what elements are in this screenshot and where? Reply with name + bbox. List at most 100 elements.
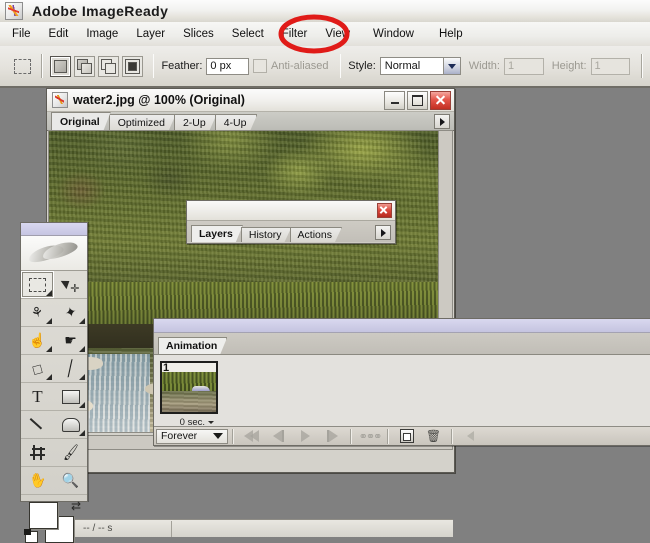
width-input[interactable]: 1 — [503, 57, 544, 75]
toolbox-tools[interactable]: ⚘ ✦ ☝ ☛ □ ╱ T 🖌 ✋ 🔍 — [21, 271, 87, 494]
layers-palette-titlebar[interactable] — [187, 201, 395, 221]
status-extra — [172, 521, 453, 537]
tab-actions[interactable]: Actions — [290, 227, 342, 242]
swap-colors-icon[interactable]: ⇄ — [71, 499, 81, 513]
duplicate-frame-button[interactable] — [393, 428, 420, 444]
tab-2up[interactable]: 2-Up — [174, 114, 217, 130]
menu-item-select[interactable]: Select — [224, 25, 272, 43]
new-selection-button[interactable] — [49, 55, 71, 77]
rounded-rectangle-tool[interactable] — [54, 411, 87, 438]
menu-item-window[interactable]: Window — [365, 25, 422, 43]
options-divider-2 — [152, 54, 155, 78]
options-divider-1 — [41, 54, 43, 78]
style-select-value: Normal — [384, 60, 421, 72]
close-icon[interactable] — [377, 203, 392, 218]
delete-frame-button[interactable]: 🗑 — [420, 428, 447, 444]
type-tool[interactable]: T — [21, 383, 54, 410]
tab-original[interactable]: Original — [51, 112, 111, 130]
layers-palette-tabs[interactable]: Layers History Actions — [187, 221, 395, 242]
chevron-down-icon[interactable] — [442, 58, 460, 74]
close-button[interactable] — [430, 90, 451, 110]
rectangular-marquee-icon[interactable] — [10, 54, 34, 78]
slice-tool[interactable]: ⚘ — [21, 299, 54, 326]
tab-animation[interactable]: Animation — [158, 337, 227, 354]
chevron-down-icon[interactable] — [213, 433, 223, 439]
height-input[interactable]: 1 — [590, 57, 631, 75]
animation-divider-1 — [232, 428, 234, 444]
menu-item-image[interactable]: Image — [78, 25, 126, 43]
animation-palette[interactable]: Animation 1 0 sec. Forever ⚭⚭⚭ 🗑 — [153, 318, 650, 446]
intersect-with-selection-button[interactable] — [121, 55, 143, 77]
animation-palette-titlebar[interactable] — [154, 319, 650, 333]
eraser-tool[interactable]: □ — [21, 355, 54, 382]
eyedropper-tool[interactable]: 🖌 — [54, 439, 87, 466]
toolbox-drag-handle[interactable] — [21, 223, 87, 236]
tween-button[interactable]: ⚭⚭⚭ — [356, 428, 383, 444]
tab-layers[interactable]: Layers — [191, 225, 243, 242]
move-tool[interactable] — [54, 271, 87, 298]
animation-frames-area[interactable]: 1 0 sec. — [154, 355, 650, 428]
frame-delay[interactable]: 0 sec. — [160, 414, 214, 428]
options-bar[interactable]: Feather: 0 px Anti-aliased Style: Normal… — [0, 46, 650, 88]
tab-4up[interactable]: 4-Up — [215, 114, 258, 130]
document-view-tabs[interactable]: Original Optimized 2-Up 4-Up — [47, 112, 454, 131]
minimize-button[interactable] — [384, 90, 405, 110]
paintbrush-tool[interactable]: ╱ — [54, 355, 87, 382]
maximize-button[interactable] — [407, 90, 428, 110]
toolbox[interactable]: ⚘ ✦ ☝ ☛ □ ╱ T 🖌 ✋ 🔍 ⇄ — [20, 222, 88, 543]
crop-tool[interactable] — [21, 439, 54, 466]
document-titlebar[interactable]: water2.jpg @ 100% (Original) — [47, 89, 454, 112]
menu-item-edit[interactable]: Edit — [41, 25, 77, 43]
animation-divider-3 — [387, 428, 389, 444]
frame-delay-value: 0 sec. — [179, 417, 205, 428]
loop-select[interactable]: Forever — [156, 428, 228, 444]
menu-item-file[interactable]: File — [4, 25, 39, 43]
menubar[interactable]: File Edit Image Layer Slices Select Filt… — [0, 22, 650, 47]
chevron-down-icon[interactable] — [208, 421, 214, 424]
rectangular-marquee-tool[interactable] — [21, 271, 54, 298]
document-icon — [52, 92, 68, 108]
select-previous-frame-button[interactable] — [265, 428, 292, 444]
select-first-frame-button[interactable] — [238, 428, 265, 444]
subtract-from-selection-button[interactable] — [97, 55, 119, 77]
tab-history[interactable]: History — [241, 227, 292, 242]
chevron-right-icon[interactable] — [434, 114, 450, 129]
layers-palette[interactable]: Layers History Actions — [186, 200, 396, 244]
rectangle-tool[interactable] — [54, 383, 87, 410]
zoom-tool[interactable]: 🔍 — [54, 467, 87, 494]
frame-thumbnail[interactable]: 1 — [160, 361, 218, 414]
default-colors-icon[interactable] — [24, 529, 38, 543]
style-label: Style: — [348, 60, 376, 72]
anti-aliased-checkbox[interactable] — [253, 59, 268, 73]
animation-frame[interactable]: 1 0 sec. — [160, 361, 218, 428]
animation-palette-footer[interactable]: Forever ⚭⚭⚭ 🗑 — [154, 426, 650, 445]
image-map-tool[interactable]: ☝ — [21, 327, 54, 354]
palette-menu-button[interactable] — [457, 428, 484, 444]
menu-item-filter[interactable]: Filter — [274, 25, 316, 43]
select-next-frame-button[interactable] — [319, 428, 346, 444]
line-tool[interactable] — [21, 411, 54, 438]
frame-number: 1 — [163, 362, 170, 374]
add-to-selection-button[interactable] — [73, 55, 95, 77]
window-buttons[interactable] — [382, 90, 454, 110]
play-animation-button[interactable] — [292, 428, 319, 444]
app-titlebar: Adobe ImageReady — [0, 0, 650, 23]
app-title: Adobe ImageReady — [32, 3, 169, 19]
menu-item-layer[interactable]: Layer — [128, 25, 173, 43]
tab-optimized[interactable]: Optimized — [109, 114, 176, 130]
hand-tool[interactable]: ✋ — [21, 467, 54, 494]
foreground-color-swatch[interactable] — [29, 502, 58, 529]
animation-palette-tabs[interactable]: Animation — [154, 333, 650, 355]
menu-item-view[interactable]: View — [317, 25, 358, 43]
slice-select-tool[interactable]: ✦ — [54, 299, 87, 326]
chevron-right-icon[interactable] — [375, 225, 391, 240]
feather-logo-icon — [21, 236, 87, 271]
download-time: -- / -- s — [75, 520, 172, 537]
image-map-select-tool[interactable]: ☛ — [54, 327, 87, 354]
feather-input[interactable]: 0 px — [206, 57, 250, 75]
toolbox-color-swatches[interactable]: ⇄ — [21, 494, 87, 543]
document-title: water2.jpg @ 100% (Original) — [73, 93, 245, 107]
menu-item-help[interactable]: Help — [431, 25, 471, 43]
menu-item-slices[interactable]: Slices — [175, 25, 222, 43]
style-select[interactable]: Normal — [379, 57, 461, 75]
